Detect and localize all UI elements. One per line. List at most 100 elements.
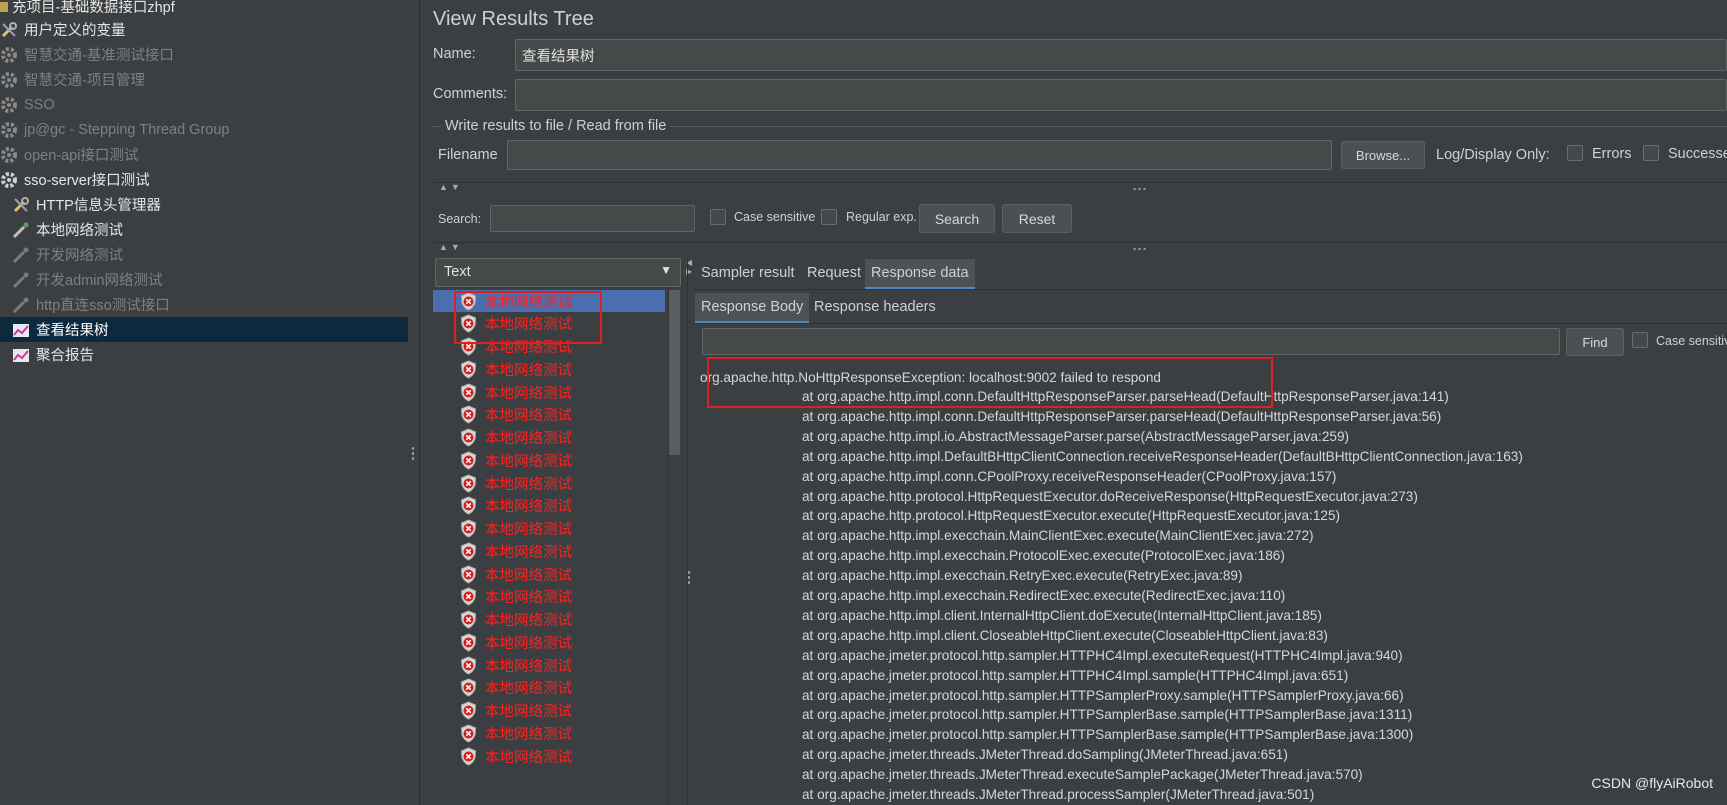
reset-button[interactable]: Reset (1002, 204, 1072, 233)
folder-icon (0, 0, 8, 16)
filename-label: Filename (438, 147, 498, 163)
tab-response-data[interactable]: Response data (865, 259, 975, 290)
search-button[interactable]: Search (919, 204, 995, 233)
search-input[interactable] (490, 205, 695, 232)
gear-icon (0, 121, 18, 139)
results-scrollbar-thumb[interactable] (669, 290, 680, 455)
tree-item[interactable]: 智慧交通-项目管理 (0, 67, 145, 92)
collapse-arrows-icon[interactable]: ▲▼ (439, 242, 463, 252)
stack-trace-line: at org.apache.jmeter.threads.JMeterThrea… (802, 787, 1315, 802)
stack-trace-line: at org.apache.jmeter.protocol.http.sampl… (802, 647, 1403, 663)
result-row[interactable]: 本地网络测试 (433, 654, 665, 676)
result-row[interactable]: 本地网络测试 (433, 745, 665, 767)
stack-trace-line: at org.apache.http.impl.client.InternalH… (802, 607, 1322, 623)
result-label: 本地网络测试 (485, 635, 572, 652)
stack-trace-line: at org.apache.http.impl.execchain.RetryE… (802, 568, 1243, 584)
tree-item[interactable]: HTTP信息头管理器 (12, 192, 161, 217)
result-label: 本地网络测试 (485, 476, 572, 493)
result-label: 本地网络测试 (485, 704, 572, 720)
result-row[interactable]: 本地网络测试 (433, 449, 665, 471)
splitter-grip-icon[interactable] (411, 446, 415, 462)
successes-checkbox[interactable] (1643, 145, 1659, 161)
gear-icon (0, 96, 18, 114)
stack-trace-line: at org.apache.jmeter.protocol.http.sampl… (802, 667, 1349, 683)
result-row[interactable]: 本地网络测试 (433, 609, 665, 631)
tree-item[interactable]: 用户定义的变量 (0, 17, 126, 42)
result-row[interactable]: 本地网络测试 (433, 290, 665, 312)
result-row[interactable]: 本地网络测试 (433, 586, 665, 608)
tree-item[interactable]: jp@gc - Stepping Thread Group (0, 117, 230, 142)
tree-item[interactable]: SSO (0, 92, 55, 117)
result-row[interactable]: 本地网络测试 (433, 427, 665, 449)
find-button[interactable]: Find (1566, 328, 1624, 356)
result-row[interactable]: 本地网络测试 (433, 700, 665, 722)
tree-item-label: 开发网络测试 (36, 248, 123, 264)
tree-item[interactable]: sso-server接口测试 (0, 167, 150, 192)
stack-trace-line: at org.apache.jmeter.threads.JMeterThrea… (802, 747, 1288, 763)
case-sensitive-checkbox[interactable] (710, 209, 726, 225)
result-row[interactable]: 本地网络测试 (433, 563, 665, 585)
result-row[interactable]: 本地网络测试 (433, 381, 665, 403)
splitter-bar[interactable] (433, 182, 1727, 192)
tab-request[interactable]: Request (801, 259, 867, 287)
comments-input[interactable] (515, 79, 1727, 111)
result-row[interactable]: 本地网络测试 (433, 518, 665, 540)
stack-trace-line: at org.apache.http.impl.execchain.Redire… (802, 588, 1286, 603)
result-row[interactable]: 本地网络测试 (433, 472, 665, 494)
tree-item-label: 本地网络测试 (36, 223, 123, 239)
tree-item-label: open-api接口测试 (24, 148, 139, 164)
pipette-icon (12, 296, 30, 314)
result-label: 本地网络测试 (485, 340, 572, 356)
tab-response-headers[interactable]: Response headers (808, 293, 942, 321)
tab-response-body[interactable]: Response Body (695, 293, 810, 324)
stack-trace-line: at org.apache.http.impl.client.Closeable… (802, 627, 1328, 643)
result-label: 本地网络测试 (485, 385, 572, 402)
result-row[interactable]: 本地网络测试 (433, 677, 665, 699)
subtab-divider (694, 323, 1727, 324)
file-group-label: Write results to file / Read from file (441, 118, 671, 134)
tree-item[interactable]: 开发网络测试 (12, 242, 123, 267)
result-row[interactable]: 本地网络测试 (433, 540, 665, 562)
splitter-bar-2[interactable] (433, 242, 1727, 252)
tree-item[interactable]: 聚合报告 (12, 342, 94, 367)
result-row[interactable]: 本地网络测试 (433, 631, 665, 653)
result-label: 本地网络测试 (485, 362, 572, 379)
result-row[interactable]: 本地网络测试 (433, 404, 665, 426)
browse-button[interactable]: Browse... (1341, 141, 1425, 169)
find-case-checkbox[interactable] (1632, 332, 1648, 348)
errors-label: Errors (1592, 146, 1632, 162)
tab-sampler-result[interactable]: Sampler result (695, 259, 800, 287)
wrench-icon (0, 21, 18, 39)
tree-item[interactable]: 本地网络测试 (12, 217, 123, 242)
result-label: 本地网络测试 (485, 408, 572, 425)
find-input[interactable] (702, 328, 1560, 355)
wrench-icon (12, 196, 30, 214)
name-input[interactable] (515, 39, 1727, 71)
result-row[interactable]: 本地网络测试 (433, 313, 665, 335)
filename-input[interactable] (507, 140, 1332, 170)
result-row[interactable]: 本地网络测试 (433, 495, 665, 517)
page-title: View Results Tree (433, 8, 594, 30)
result-row[interactable]: 本地网络测试 (433, 722, 665, 744)
tree-item[interactable]: http直连sso测试接口 (12, 292, 170, 317)
errors-checkbox[interactable] (1567, 145, 1583, 161)
chart-icon (12, 346, 30, 364)
regex-checkbox[interactable] (821, 209, 837, 225)
tree-item-label: SSO (24, 96, 55, 113)
pane-splitter-grip-icon[interactable] (687, 570, 691, 586)
result-row[interactable]: 本地网络测试 (433, 336, 665, 358)
renderer-select[interactable]: Text ▼ (435, 258, 681, 287)
tree-item[interactable]: 查看结果树 (0, 317, 408, 342)
tree-item-label: jp@gc - Stepping Thread Group (24, 121, 230, 138)
tree-item[interactable]: open-api接口测试 (0, 142, 138, 167)
result-row[interactable]: 本地网络测试 (433, 358, 665, 380)
tree-item[interactable]: 智慧交通-基准测试接口 (0, 42, 174, 67)
gear-icon (0, 146, 18, 164)
splitter-grip-icon[interactable] (1132, 247, 1148, 251)
tree-item-label: 查看结果树 (36, 323, 109, 339)
tree-item[interactable]: 开发admin网络测试 (12, 267, 163, 292)
tree-splitter[interactable] (408, 0, 420, 805)
splitter-grip-icon[interactable] (1132, 187, 1148, 191)
collapse-arrows-icon[interactable]: ▲▼ (439, 182, 463, 192)
error-shield-icon (460, 360, 477, 379)
